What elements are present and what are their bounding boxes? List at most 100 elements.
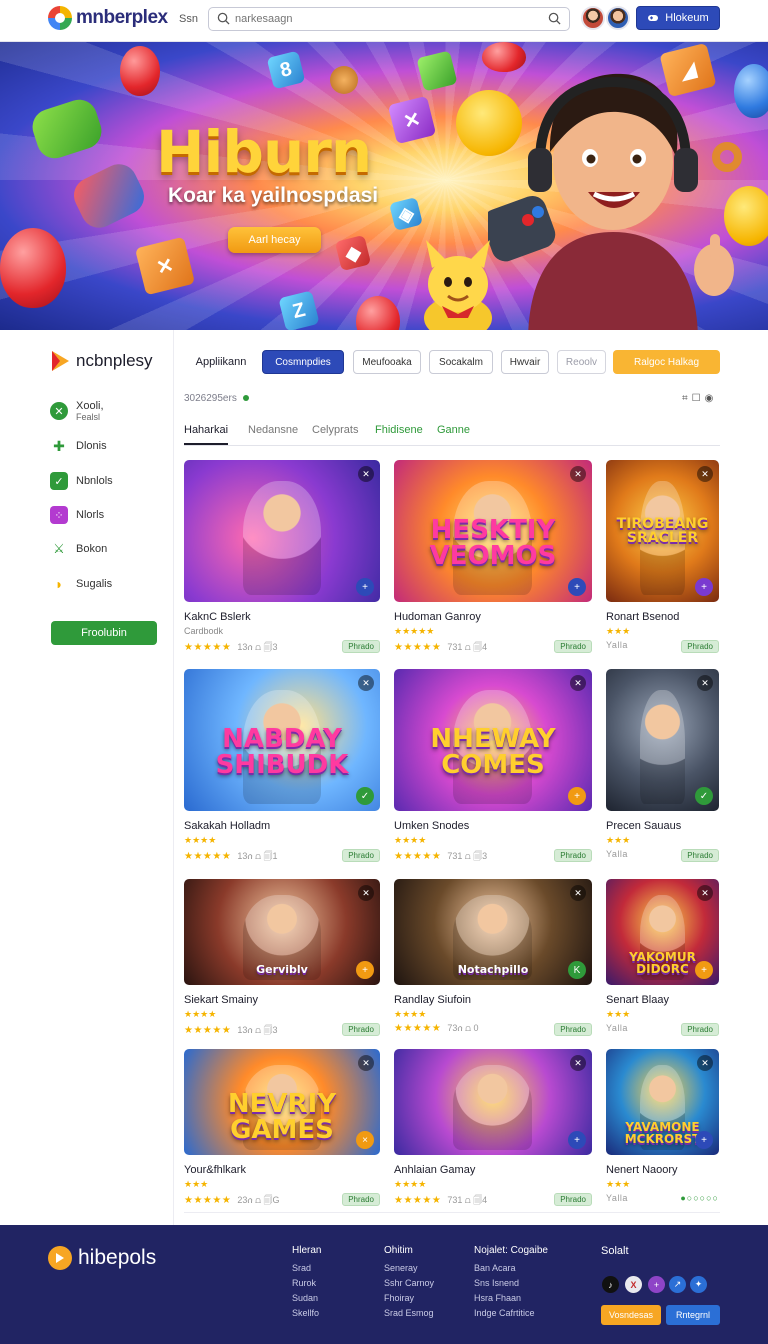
badge-icon[interactable]: × bbox=[356, 1131, 374, 1149]
plus-icon[interactable]: + bbox=[648, 1276, 665, 1293]
status-badge[interactable]: Phrado bbox=[554, 849, 592, 862]
close-icon[interactable]: ✕ bbox=[697, 675, 713, 691]
close-icon[interactable]: ✕ bbox=[358, 1055, 374, 1071]
badge-icon[interactable]: + bbox=[695, 1131, 713, 1149]
badge-icon[interactable]: + bbox=[356, 961, 374, 979]
tab-celyprats[interactable]: Celyprats bbox=[312, 424, 358, 436]
game-card[interactable]: NABDAY SHIBUDK ✕ ✓ Sakakah Holladm ★★★★ ★★★★★… bbox=[184, 669, 380, 867]
close-icon[interactable]: ✕ bbox=[358, 675, 374, 691]
game-card[interactable]: ✕ + KaknC Bslerk Cardbodk ★★★★★ 13ሰ ⩍ 🗐3 Phrad… bbox=[184, 460, 380, 658]
brand-logo[interactable]: mnberplex bbox=[48, 6, 168, 30]
badge-icon[interactable]: + bbox=[695, 961, 713, 979]
status-badge[interactable]: Phrado bbox=[342, 640, 380, 653]
footer-link[interactable]: Hsra Fhaan bbox=[474, 1291, 548, 1306]
game-card[interactable]: YAKOMUR DIDORC ✕ + Senart Blaay ★★★ Yalla Phra… bbox=[606, 879, 719, 1041]
game-thumbnail[interactable]: NABDAY SHIBUDK ✕ ✓ bbox=[184, 669, 380, 811]
close-icon[interactable]: ✕ bbox=[697, 1055, 713, 1071]
tab-haharkai[interactable]: Haharkai bbox=[184, 424, 229, 445]
status-badge[interactable]: Phrado bbox=[554, 1193, 592, 1206]
game-thumbnail[interactable]: NHEWAY COMES ✕ + bbox=[394, 669, 592, 811]
hero-cta-button[interactable]: Aarl hecay bbox=[228, 227, 321, 253]
footer-link[interactable]: Ban Acara bbox=[474, 1261, 548, 1276]
list-view-icon[interactable]: ☐ bbox=[692, 393, 701, 404]
filter-chip-active[interactable]: Cosmnpdies bbox=[262, 350, 344, 374]
badge-icon[interactable]: + bbox=[695, 578, 713, 596]
game-card[interactable]: NHEWAY COMES ✕ + Umken Snodes ★★★★ ★★★★★ 731 ⩍… bbox=[394, 669, 592, 867]
signin-button[interactable]: Hlokeum bbox=[636, 6, 720, 30]
search-submit-icon[interactable] bbox=[548, 12, 561, 25]
status-badge[interactable]: Phrado bbox=[681, 849, 719, 862]
game-card[interactable]: TIROBEANG SRACLER ✕ + Ronart Bsenod ★★★ Yalla… bbox=[606, 460, 719, 658]
game-card[interactable]: ✕ ✓ Precen Sauaus ★★★ Yalla Phrado bbox=[606, 669, 719, 867]
game-thumbnail[interactable]: ✕ + bbox=[184, 460, 380, 602]
settings-icon[interactable]: ◉ bbox=[705, 393, 714, 404]
close-icon[interactable]: ✕ bbox=[570, 466, 586, 482]
footer-link[interactable]: Fhoiray bbox=[384, 1291, 434, 1306]
status-badge[interactable]: Phrado bbox=[681, 1023, 719, 1036]
badge-icon[interactable]: + bbox=[568, 1131, 586, 1149]
sidebar-item-nbnlols[interactable]: ✓ Nbnlols bbox=[50, 472, 113, 490]
status-badge[interactable]: Phrado bbox=[342, 1193, 380, 1206]
game-title[interactable]: Sakakah Holladm bbox=[184, 820, 270, 832]
share-icon[interactable]: ↗ bbox=[669, 1276, 686, 1293]
tab-nedansne[interactable]: Nedansne bbox=[248, 424, 298, 436]
footer-button-secondary[interactable]: Rntegrnl bbox=[666, 1305, 720, 1325]
sidebar-brand[interactable]: ncbnplesy bbox=[50, 350, 153, 372]
filter-action-button[interactable]: Ralgoc Halkag bbox=[613, 350, 720, 374]
status-badge[interactable]: Phrado bbox=[554, 640, 592, 653]
game-title[interactable]: Your&fhlkark bbox=[184, 1164, 246, 1176]
footer-brand[interactable]: hibepols bbox=[48, 1246, 156, 1270]
game-card[interactable]: Gerviblv ✕ + Siekart Smainy ★★★★ ★★★★★ 13ሰ ⩍ 🗐… bbox=[184, 879, 380, 1041]
status-badge[interactable]: Phrado bbox=[342, 1023, 380, 1036]
badge-icon[interactable]: + bbox=[356, 578, 374, 596]
game-thumbnail[interactable]: YAVAMONE MCKRORST ✕ + bbox=[606, 1049, 719, 1155]
hero-banner[interactable]: ✕ 8 ✕ ◆ Z ◢ ◈ Hiburn Koar ka yailnospdas… bbox=[0, 42, 768, 330]
badge-icon[interactable]: ✓ bbox=[695, 787, 713, 805]
game-thumbnail[interactable]: Notachpillo ✕ K bbox=[394, 879, 592, 985]
tab-ganne[interactable]: Ganne bbox=[437, 424, 470, 436]
game-title[interactable]: Precen Sauaus bbox=[606, 820, 681, 832]
sidebar-item-bokon[interactable]: ⚔ Bokon bbox=[50, 540, 107, 558]
game-thumbnail[interactable]: ✕ ✓ bbox=[606, 669, 719, 811]
tiktok-icon[interactable]: ♪ bbox=[602, 1276, 619, 1293]
game-thumbnail[interactable]: TIROBEANG SRACLER ✕ + bbox=[606, 460, 719, 602]
game-card[interactable]: Notachpillo ✕ K Randlay Siufoin ★★★★ ★★★★★ 73ሰ… bbox=[394, 879, 592, 1041]
game-card[interactable]: YAVAMONE MCKRORST ✕ + Nenert Naoory ★★★ Yalla… bbox=[606, 1049, 719, 1211]
game-thumbnail[interactable]: Gerviblv ✕ + bbox=[184, 879, 380, 985]
game-title[interactable]: Nenert Naoory bbox=[606, 1164, 678, 1176]
close-icon[interactable]: ✕ bbox=[570, 675, 586, 691]
sidebar-item-sugalis[interactable]: ◗ Sugalis bbox=[50, 575, 112, 593]
sidebar-item-dlonis[interactable]: ✚ Dlonis bbox=[50, 437, 107, 455]
close-icon[interactable]: ✕ bbox=[570, 1055, 586, 1071]
game-thumbnail[interactable]: HESKTIY VEOMOS ✕ + bbox=[394, 460, 592, 602]
footer-link[interactable]: Srad bbox=[292, 1261, 321, 1276]
game-title[interactable]: Ronart Bsenod bbox=[606, 611, 679, 623]
badge-icon[interactable]: K bbox=[568, 961, 586, 979]
footer-button-primary[interactable]: Vosndesas bbox=[601, 1305, 661, 1325]
footer-link[interactable]: Seneray bbox=[384, 1261, 434, 1276]
filter-chip[interactable]: Hwvair bbox=[501, 350, 549, 374]
pagination-dots[interactable]: ●○○○○○ bbox=[680, 1193, 719, 1203]
status-badge[interactable]: Phrado bbox=[681, 640, 719, 653]
badge-icon[interactable]: + bbox=[568, 578, 586, 596]
badge-icon[interactable]: + bbox=[568, 787, 586, 805]
game-title[interactable]: Umken Snodes bbox=[394, 820, 469, 832]
footer-link[interactable]: Indge Cafrtitice bbox=[474, 1306, 548, 1321]
game-title[interactable]: Anhlaian Gamay bbox=[394, 1164, 475, 1176]
top-nav-link[interactable]: Ssn bbox=[179, 13, 198, 25]
sidebar-action-button[interactable]: Froolubin bbox=[51, 621, 157, 645]
game-title[interactable]: Siekart Smainy bbox=[184, 994, 258, 1006]
close-icon[interactable]: ✕ bbox=[697, 466, 713, 482]
sidebar-item-nlorls[interactable]: ⁘ Nlorls bbox=[50, 506, 104, 524]
tab-fhidisene[interactable]: Fhidisene bbox=[375, 424, 423, 436]
close-icon[interactable]: ✕ bbox=[358, 466, 374, 482]
status-badge[interactable]: Phrado bbox=[342, 849, 380, 862]
grid-view-icon[interactable]: ⌗ bbox=[682, 393, 688, 404]
sidebar-item-xooli[interactable]: ✕ Xooli, Fealsl bbox=[50, 400, 104, 422]
footer-link[interactable]: Sshr Carnoy bbox=[384, 1276, 434, 1291]
close-icon[interactable]: ✕ bbox=[358, 885, 374, 901]
game-title[interactable]: Hudoman Ganroy bbox=[394, 611, 481, 623]
footer-link[interactable]: Srad Esmog bbox=[384, 1306, 434, 1321]
footer-link[interactable]: Sns Isnend bbox=[474, 1276, 548, 1291]
game-thumbnail[interactable]: ✕ + bbox=[394, 1049, 592, 1155]
